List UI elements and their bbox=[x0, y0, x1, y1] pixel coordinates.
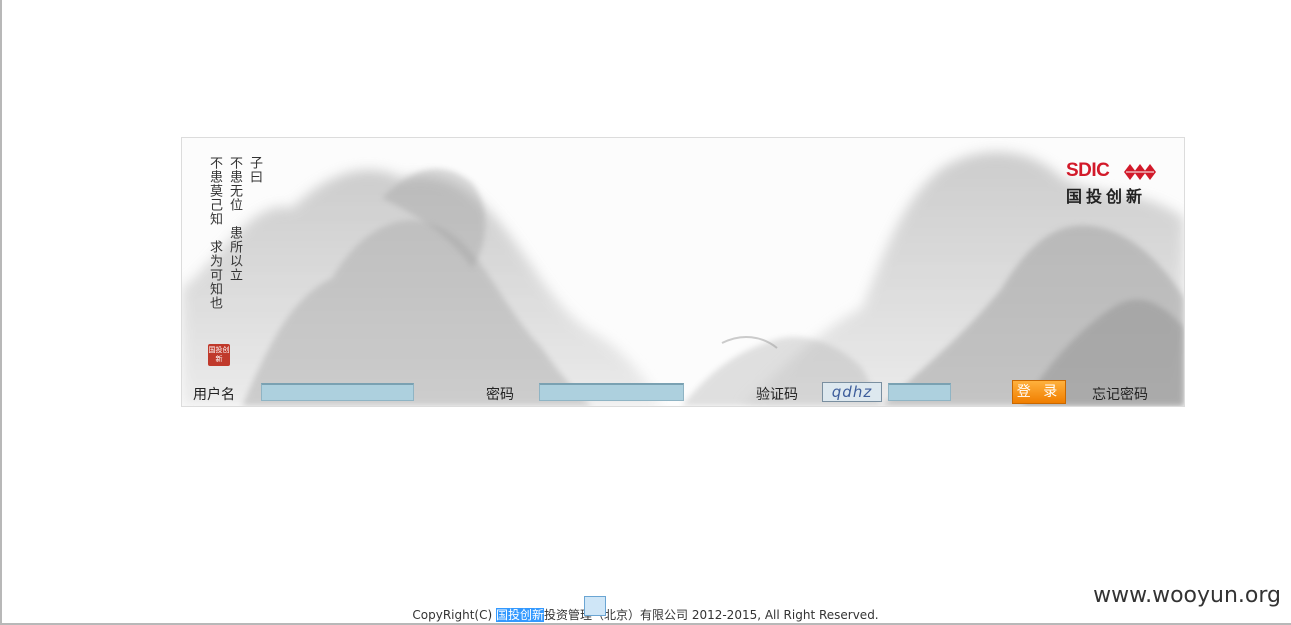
footer-highlight: 国投创新 bbox=[495, 608, 544, 622]
logo-diamond-icon bbox=[1124, 164, 1156, 180]
mountain-landscape-image bbox=[182, 138, 1184, 406]
logo-chinese: 国投创新 bbox=[1066, 187, 1147, 206]
sdic-logo: SDIC 国投创新 bbox=[1066, 160, 1162, 206]
password-label: 密码 bbox=[486, 387, 514, 403]
red-seal-stamp: 国投创新 bbox=[208, 344, 230, 366]
login-panel: 子曰 不患无位 患所以立 不患莫己知 求为可知也 国投创新 SDIC 国投创新 … bbox=[181, 137, 1185, 407]
login-button[interactable]: 登 录 bbox=[1012, 380, 1066, 404]
username-label: 用户名 bbox=[193, 387, 235, 403]
image-placeholder-icon bbox=[584, 596, 606, 616]
login-form: 用户名 密码 验证码 qdhz 登 录 忘记密码 bbox=[182, 378, 1184, 406]
password-input[interactable] bbox=[539, 383, 684, 401]
poem-column-2: 不患无位 患所以立 bbox=[227, 156, 242, 282]
footer-prefix: CopyRight(C) bbox=[412, 608, 496, 622]
forgot-password-link[interactable]: 忘记密码 bbox=[1092, 384, 1148, 404]
username-input[interactable] bbox=[261, 383, 414, 401]
watermark: www.wooyun.org bbox=[1093, 583, 1281, 608]
footer-copyright: CopyRight(C) 国投创新投资管理（北京）有限公司 2012-2015,… bbox=[0, 606, 1291, 623]
captcha-input[interactable] bbox=[888, 383, 951, 401]
captcha-image[interactable]: qdhz bbox=[822, 382, 882, 402]
captcha-label: 验证码 bbox=[756, 387, 798, 403]
logo-english: SDIC bbox=[1066, 160, 1110, 181]
poem-column-1: 子曰 bbox=[247, 156, 262, 184]
poem-column-3: 不患莫己知 求为可知也 bbox=[207, 156, 222, 310]
